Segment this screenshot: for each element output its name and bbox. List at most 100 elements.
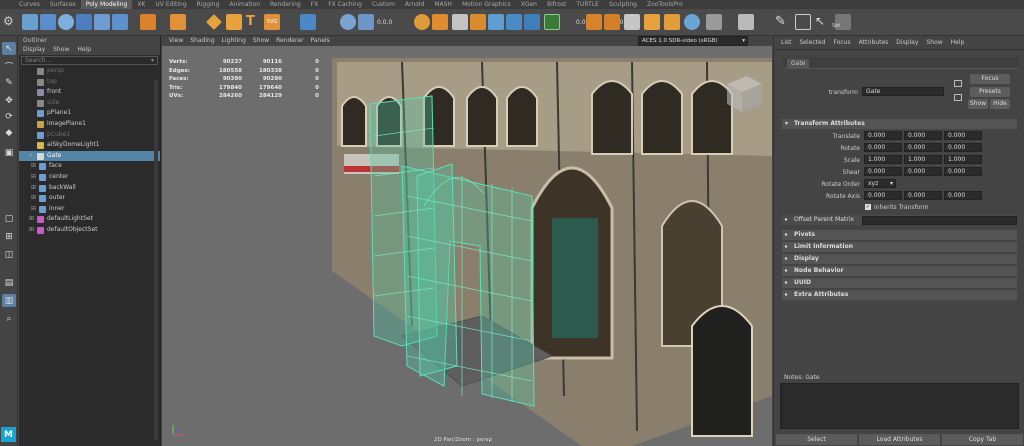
expand-icon[interactable]: ⊞ [31,172,36,183]
layout-outliner-icon[interactable]: ▤ [2,276,16,289]
smooth-icon[interactable] [414,14,430,30]
layout-outliner-persp-icon[interactable]: ▥ [2,294,16,307]
viewport-menu-lighting[interactable]: Lighting [222,36,246,46]
outliner-item[interactable]: persp [19,66,160,77]
outliner-menu-help[interactable]: Help [77,45,91,55]
ae-menu-focus[interactable]: Focus [834,36,851,49]
magnify-icon[interactable]: ⌕ [2,312,16,325]
layout-single-icon[interactable]: ▢ [2,212,16,225]
node-output-icon[interactable] [954,94,962,101]
layout-two-icon[interactable]: ◫ [2,248,16,261]
ae-menu-show[interactable]: Show [926,36,942,49]
multicut-icon[interactable] [544,14,560,30]
grid-select-icon[interactable] [300,14,316,30]
shelf-tab-custom[interactable]: Custom [367,0,400,9]
mirror-icon[interactable] [706,14,722,30]
shelf-tab-poly-modeling[interactable]: Poly Modeling [80,0,133,9]
ae-menu-list[interactable]: List [781,36,792,49]
rotate-order-select[interactable]: xyz ▾ [864,179,896,188]
center-pivot-icon[interactable] [644,14,660,30]
outliner-item[interactable]: imagePlane1 [19,119,160,130]
section-extra-attributes[interactable]: ▸ Extra Attributes [782,290,1017,300]
bounding-box-icon[interactable] [795,14,811,30]
snap-grid-icon[interactable] [738,14,754,30]
node-tab[interactable]: Gate [783,58,1019,69]
transform-attributes-section[interactable]: ▾ Transform Attributes [782,119,1017,129]
quad-draw-icon[interactable] [586,14,602,30]
freeze-icon[interactable] [624,14,640,30]
outliner-item[interactable]: pCube1 [19,130,160,141]
outliner-item[interactable]: ▾ Gate [19,150,160,162]
select-tool-icon[interactable]: ↖ [2,42,16,55]
presets-button[interactable]: Presets [970,87,1010,97]
merge-icon[interactable] [488,14,504,30]
translate-y-field[interactable]: 0.000 [904,131,942,140]
delete-history-icon[interactable] [664,14,680,30]
super-shape-icon[interactable] [206,14,222,30]
search-dropdown-icon[interactable]: ▾ [151,57,154,64]
show-button[interactable]: Show [968,99,988,109]
outliner-scrollbar[interactable] [154,80,158,440]
pencil-icon[interactable]: ✎ [775,14,791,30]
translate-x-field[interactable]: 0.000 [864,131,902,140]
inherits-transform-checkbox[interactable]: ✓ [865,204,871,210]
rotate-axis-x[interactable]: 0.000 [864,191,902,200]
outliner-item[interactable]: ⊞ defaultObjectSet [19,225,160,236]
shear-y-field[interactable]: 0.000 [904,167,942,176]
bridge-icon[interactable] [452,14,468,30]
outliner-item[interactable]: aiSkyDomeLight1 [19,140,160,151]
ae-menu-selected[interactable]: Selected [800,36,826,49]
shelf-tab-fx-caching[interactable]: FX Caching [323,0,367,9]
rotate-axis-z[interactable]: 0.000 [944,191,982,200]
shelf-tab-fx[interactable]: FX [306,0,324,9]
outliner-item[interactable]: top [19,77,160,88]
target-weld-icon[interactable] [506,14,522,30]
rotate-tool-icon[interactable]: ⟳ [2,110,16,123]
outliner-menu-display[interactable]: Display [23,45,45,55]
collapse-icon[interactable]: ▾ [29,151,32,162]
poly-plane-icon[interactable] [112,14,128,30]
offset-parent-matrix-field[interactable] [862,216,1017,225]
load-attributes-button[interactable]: Load Attributes [859,434,940,445]
expand-icon[interactable]: ⊞ [31,183,36,194]
ae-menu-display[interactable]: Display [896,36,918,49]
scale-x-field[interactable]: 1.000 [864,155,902,164]
scale-z-field[interactable]: 1.000 [944,155,982,164]
section-uuid[interactable]: ▸ UUID [782,278,1017,288]
outliner-item[interactable]: ⊞ backWall [19,183,160,194]
viewport-menu-view[interactable]: View [169,36,183,46]
scale-tool-icon[interactable]: ◆ [2,126,16,139]
hide-button[interactable]: Hide [990,99,1010,109]
shelf-tab-arnold[interactable]: Arnold [400,0,429,9]
outliner-item[interactable]: ⊞ outer [19,193,160,204]
shelf-tab-bifrost[interactable]: Bifrost [542,0,571,9]
shelf-tab-uv-editing[interactable]: UV Editing [150,0,191,9]
expand-icon[interactable]: ⊞ [31,204,36,215]
shelf-tab-animation[interactable]: Animation [224,0,265,9]
select-button[interactable]: Select [776,434,857,445]
viewport-menu-panels[interactable]: Panels [310,36,329,46]
expand-icon[interactable]: ⊞ [31,193,36,204]
platonic-icon[interactable] [170,14,186,30]
shear-z-field[interactable]: 0.000 [944,167,982,176]
poly-sphere-icon[interactable] [22,14,38,30]
poly-disc-icon[interactable] [140,14,156,30]
separate-icon[interactable] [358,14,374,30]
shelf-tab-rigging[interactable]: Rigging [192,0,225,9]
ae-menu-help[interactable]: Help [951,36,965,49]
section-node-behavior[interactable]: ▸ Node Behavior [782,266,1017,276]
outliner-menu-show[interactable]: Show [53,45,69,55]
shelf-tab-xgen[interactable]: XGen [516,0,542,9]
shelf-tab-turtle[interactable]: TURTLE [571,0,604,9]
rotate-x-field[interactable]: 0.000 [864,143,902,152]
expand-icon[interactable]: ⊞ [29,214,34,225]
insert-loop-icon[interactable] [524,14,540,30]
poly-cone-icon[interactable] [76,14,92,30]
poly-torus-icon[interactable] [94,14,110,30]
poly-cube-icon[interactable] [40,14,56,30]
node-input-icon[interactable] [954,80,962,87]
combine-icon[interactable] [340,14,356,30]
shelf-tab-xk[interactable]: XK [132,0,150,9]
outliner-item[interactable]: ⊞ defaultLightSet [19,214,160,225]
bevel-icon[interactable] [470,14,486,30]
